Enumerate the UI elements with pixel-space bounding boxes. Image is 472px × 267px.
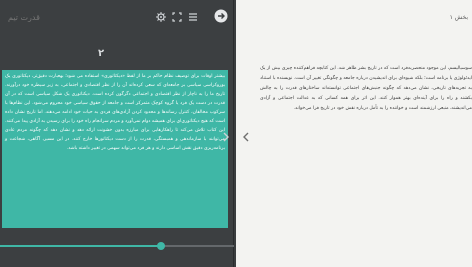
page-paragraph: بیشتر اوقات برای توصیف نظام حاکم بر ما ا… (5, 74, 225, 151)
search-input[interactable] (8, 9, 116, 25)
chevron-right-icon[interactable] (222, 132, 230, 145)
page-number: ۲ (97, 48, 105, 59)
reader-toolbar (0, 0, 234, 34)
progress-fill (0, 245, 162, 247)
reader-right-pane: بخش ۱ سوسیالیسم، این موجود منحصربه‌فرد ا… (236, 0, 472, 267)
menu-icon[interactable] (188, 12, 198, 22)
progress-knob[interactable] (157, 242, 166, 250)
reader-left-pane: ۲ بیشتر اوقات برای توصیف نظام حاکم بر ما… (0, 0, 234, 267)
highlighted-text-block[interactable]: بیشتر اوقات برای توصیف نظام حاکم بر ما ا… (2, 70, 228, 228)
page-paragraph-right: سوسیالیسم، این موجود منحصربه‌فرد است که … (260, 66, 472, 111)
reading-progress-bar[interactable] (0, 242, 234, 250)
fullscreen-icon[interactable] (172, 12, 182, 22)
settings-icon[interactable] (156, 12, 166, 22)
search-field[interactable] (4, 9, 116, 25)
arrow-right-circle-icon[interactable] (214, 9, 228, 23)
chapter-title: بخش ۱ (449, 14, 468, 21)
chevron-left-icon[interactable] (242, 132, 250, 145)
